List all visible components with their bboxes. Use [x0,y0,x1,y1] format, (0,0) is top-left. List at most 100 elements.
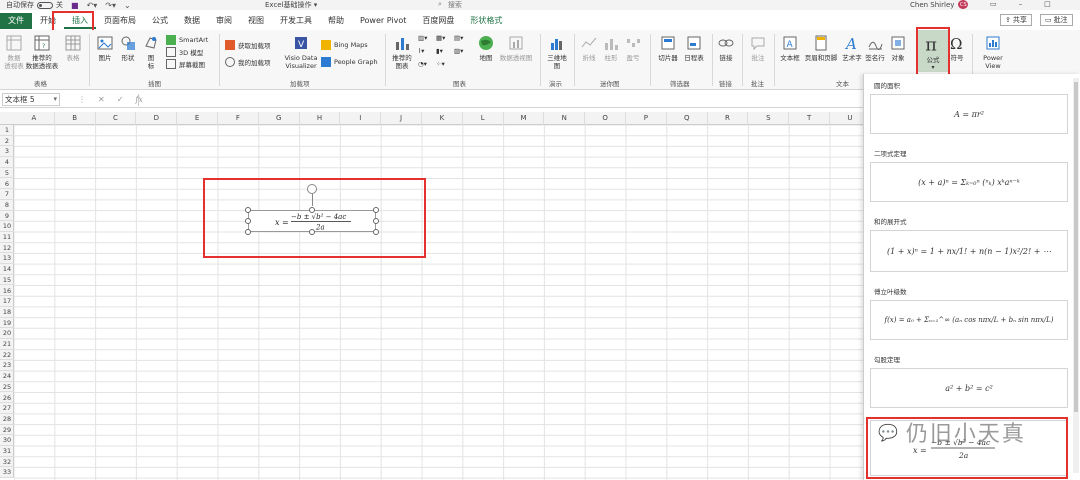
panel-scrollbar[interactable] [1073,78,1079,473]
shapes-button[interactable]: 形状 [118,34,138,62]
row-header[interactable]: 5 [0,168,14,179]
column-header[interactable]: J [381,112,422,125]
column-header[interactable]: R [708,112,749,125]
equation-item-expansion[interactable]: (1 + x)ⁿ = 1 + nx/1! + n(n − 1)x²/2! + ⋯ [870,230,1068,272]
slicer-button[interactable]: 切片器 [656,34,680,62]
row-header[interactable]: 13 [0,253,14,265]
column-header[interactable]: C [96,112,137,125]
avatar[interactable]: CS [958,0,969,9]
row-header[interactable]: 22 [0,350,14,361]
row-header[interactable]: 26 [0,393,14,404]
options-icon[interactable]: ⋮ [78,95,86,104]
link-button[interactable]: 链接 [716,34,736,62]
screenshot-button[interactable]: 屏幕截图 [166,59,205,69]
smartart-button[interactable]: SmartArt [166,35,208,45]
maps-button[interactable]: 地图 [476,34,496,62]
row-header[interactable]: 16 [0,286,14,297]
column-header[interactable]: H [300,112,341,125]
tab-developer[interactable]: 开发工具 [272,13,320,29]
row-header[interactable]: 24 [0,371,14,382]
row-header[interactable]: 21 [0,339,14,350]
tab-baidu-netdisk[interactable]: 百度网盘 [414,13,462,29]
sparkline-column-button[interactable]: 柱形 [602,34,620,62]
scrollbar-thumb[interactable] [1074,82,1078,412]
tab-help[interactable]: 帮助 [320,13,352,29]
equation-item-pythagorean[interactable]: a² + b² = c² [870,368,1068,408]
column-header[interactable]: I [340,112,382,125]
row-header[interactable]: 29 [0,425,14,436]
table-button[interactable]: 表格 [61,34,85,62]
sparkline-line-button[interactable]: 折线 [580,34,598,62]
tab-page-layout[interactable]: 页面布局 [96,13,144,29]
3d-models-button[interactable]: 3D 模型 [166,47,203,57]
resize-handle-w[interactable] [245,218,251,224]
power-view-button[interactable]: Power View [978,34,1008,70]
combo-chart-button[interactable]: ▨▾ [454,47,463,55]
worksheet[interactable]: ABCDEFGHIJKLMNOPQRSTU 1 2 3 4 5 6 7 8 9 10 11 12 13 1… [0,112,863,480]
row-header[interactable]: 20 [0,328,14,339]
header-footer-button[interactable]: 页眉和页脚 [804,34,838,62]
hierarchy-chart-button[interactable]: ▦▾ [436,34,445,42]
resize-handle-sw[interactable] [245,229,251,235]
resize-handle-e[interactable] [373,218,379,224]
toggle-icon[interactable] [37,1,53,9]
timeline-button[interactable]: 日程表 [682,34,706,62]
column-header[interactable]: U [830,112,863,125]
row-header[interactable]: 2 [0,136,14,147]
row-header[interactable]: 10 [0,221,14,232]
row-header[interactable]: 28 [0,414,14,425]
row-header[interactable]: 30 [0,435,14,446]
symbol-button[interactable]: Ω 符号 [948,34,966,62]
3d-map-button[interactable]: 三维地 图 [545,34,569,70]
row-header[interactable]: 12 [0,243,14,254]
row-header[interactable]: 18 [0,307,14,318]
icons-button[interactable]: 图 标 [142,34,160,70]
equation-item-circle-area[interactable]: A = πr² [870,94,1068,134]
row-header[interactable]: 4 [0,157,14,168]
autosave-toggle[interactable]: 自动保存 关 [6,0,63,10]
line-chart-button[interactable]: ⌇▾ [418,47,424,55]
tab-power-pivot[interactable]: Power Pivot [352,13,414,29]
recommended-charts-button[interactable]: 推荐的 图表 [390,34,414,70]
undo-icon[interactable]: ↶▾ [87,1,98,10]
scatter-chart-button[interactable]: ⁘▾ [436,60,445,68]
signature-line-button[interactable]: 签名行 [864,34,886,62]
tab-formulas[interactable]: 公式 [144,13,176,29]
user-account[interactable]: Chen Shirley CS [910,0,969,9]
cancel-icon[interactable]: ✕ [98,95,105,104]
resize-handle-n[interactable] [309,207,315,213]
customize-qat-icon[interactable]: ⌄ [124,1,131,10]
save-icon[interactable]: ■ [71,1,79,10]
bing-maps-button[interactable]: Bing Maps [321,40,368,50]
maximize-icon[interactable]: □ [1044,0,1051,8]
column-header[interactable]: N [544,112,586,125]
redo-icon[interactable]: ↷▾ [105,1,116,10]
wordart-button[interactable]: A 艺术字 [840,34,864,62]
statistic-chart-button[interactable]: ▮▾ [436,47,443,55]
comments-button[interactable]: ▭ 批注 [1040,14,1073,26]
tab-shape-format[interactable]: 形状格式 [462,13,510,29]
row-header[interactable]: 7 [0,189,14,200]
insert-comment-button[interactable]: 批注 [748,34,768,62]
row-header[interactable]: 14 [0,264,14,275]
row-header[interactable]: 17 [0,296,14,307]
row-header[interactable]: 31 [0,446,14,457]
get-addins-button[interactable]: 获取加载项 [225,40,271,50]
tab-data[interactable]: 数据 [176,13,208,29]
cell-grid[interactable] [14,125,863,480]
column-header[interactable]: K [422,112,463,125]
resize-handle-s[interactable] [309,229,315,235]
title-search-box[interactable]: ⌕ 搜索 [438,0,618,9]
column-header[interactable]: O [585,112,626,125]
row-header[interactable]: 33 [0,467,14,479]
row-header[interactable]: 32 [0,457,14,468]
resize-handle-se[interactable] [373,229,379,235]
row-header[interactable]: 15 [0,275,14,286]
equation-item-fourier[interactable]: f(x) = a₀ + Σₙ₌₁^∞ (aₙ cos nπx/L + bₙ si… [870,300,1068,340]
row-header[interactable]: 27 [0,403,14,414]
ribbon-display-icon[interactable]: ▭ [990,0,997,8]
column-header[interactable]: P [626,112,667,125]
row-header[interactable]: 8 [0,200,14,211]
name-box[interactable]: 文本框 5 [2,93,60,106]
column-header[interactable]: B [55,112,96,125]
